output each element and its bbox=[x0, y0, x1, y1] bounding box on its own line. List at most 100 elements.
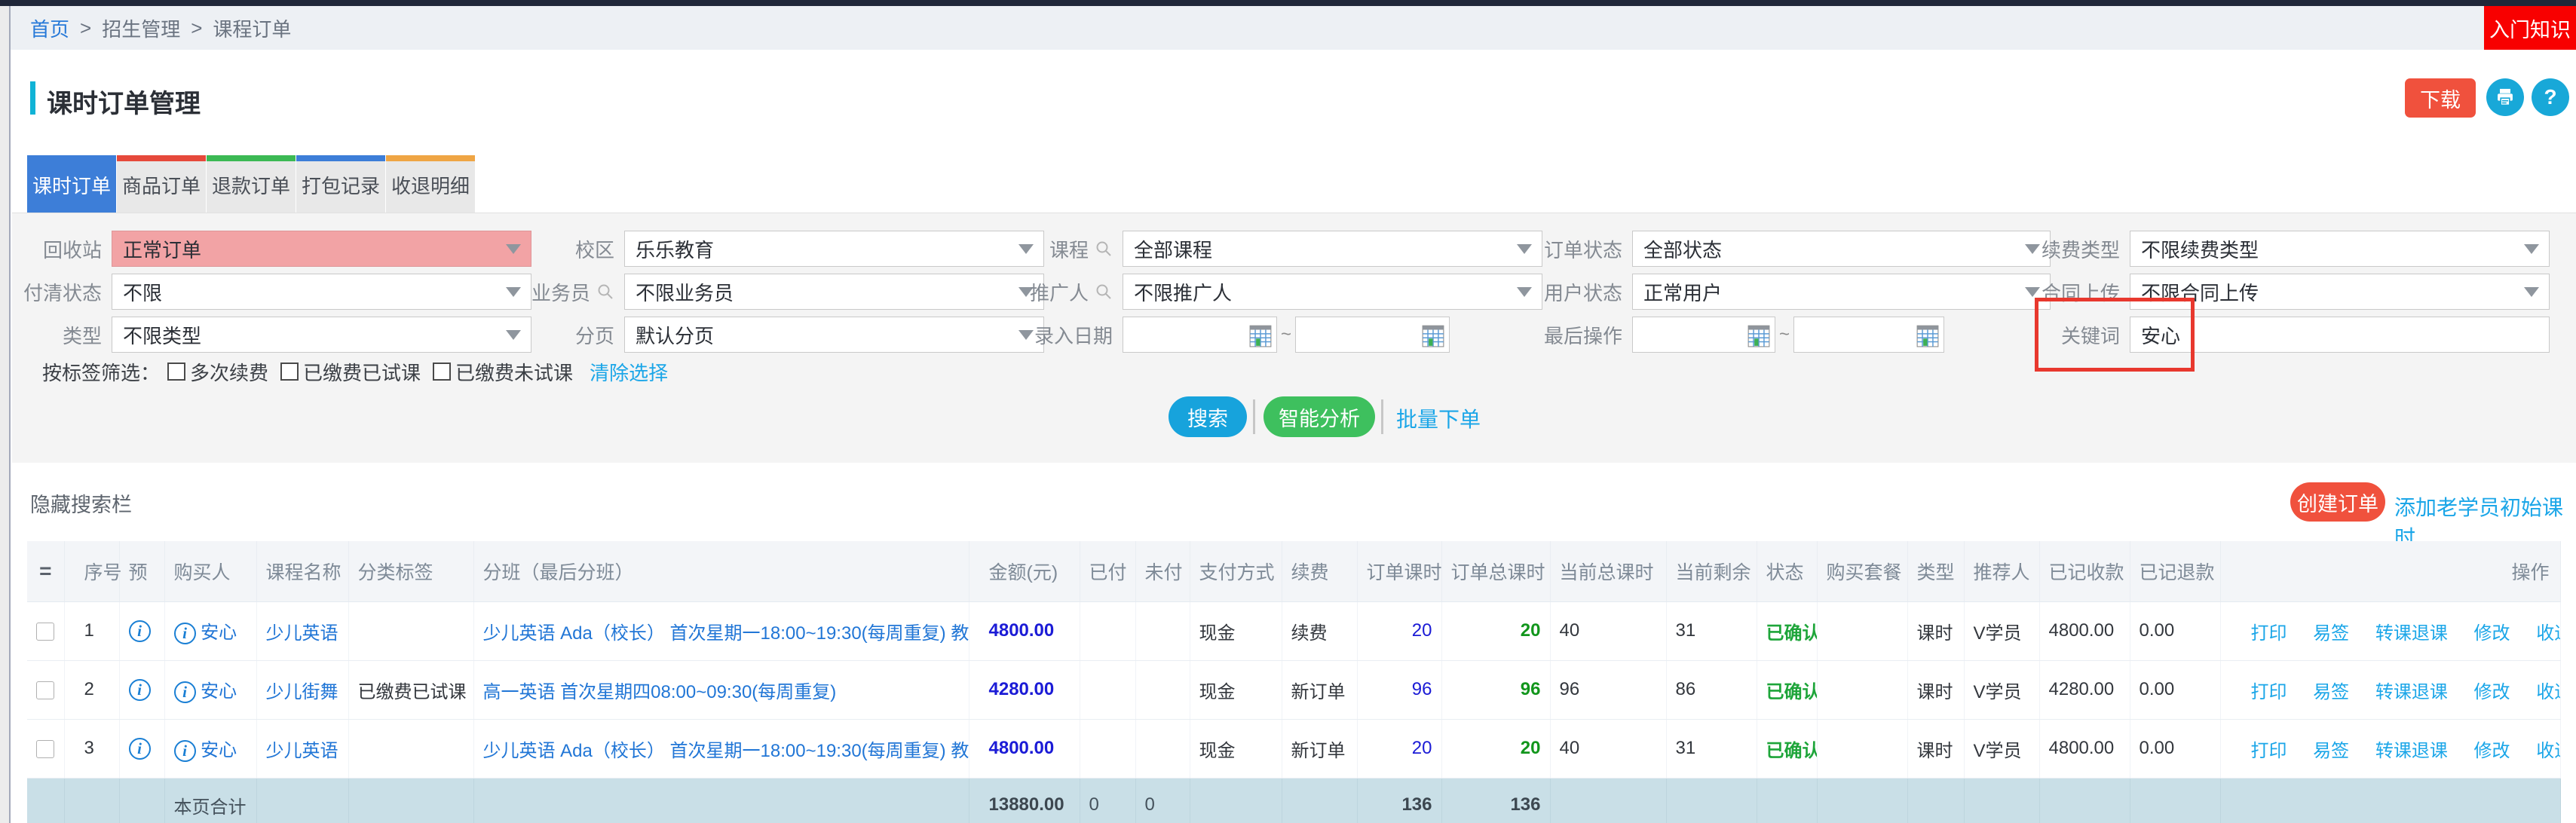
col-recorded-in: 已记收款 bbox=[2039, 541, 2130, 601]
info-icon[interactable]: i bbox=[174, 740, 196, 762]
tag-label: 多次续费 bbox=[190, 358, 268, 386]
course-link[interactable]: 少儿街舞 bbox=[266, 682, 338, 702]
esign-link[interactable]: 易签 bbox=[2313, 623, 2349, 644]
recycle-select[interactable]: 正常订单 bbox=[112, 231, 531, 267]
esign-link[interactable]: 易签 bbox=[2313, 682, 2349, 702]
row-checkbox[interactable] bbox=[36, 681, 54, 699]
salesman-select[interactable]: 不限业务员 bbox=[624, 274, 1044, 310]
entry-date-from-input[interactable] bbox=[1123, 317, 1277, 353]
row-unpaid bbox=[1135, 601, 1190, 660]
print-button[interactable] bbox=[2486, 78, 2524, 116]
user-status-select[interactable]: 正常用户 bbox=[1632, 274, 2051, 310]
search-button[interactable]: 搜索 bbox=[1169, 396, 1247, 437]
chevron-down-icon bbox=[506, 244, 521, 254]
promoter-select[interactable]: 不限推广人 bbox=[1123, 274, 1542, 310]
buyer-link[interactable]: 安心 bbox=[201, 623, 237, 643]
records-link[interactable]: 收退记录 bbox=[2536, 623, 2560, 644]
tab-product-orders[interactable]: 商品订单 bbox=[117, 155, 206, 213]
type-select[interactable]: 不限类型 bbox=[112, 317, 531, 353]
help-button[interactable]: ? bbox=[2532, 78, 2569, 116]
tag-checkbox-multi-renew[interactable] bbox=[167, 363, 185, 381]
renew-type-select[interactable]: 不限续费类型 bbox=[2130, 231, 2550, 267]
col-pay-method: 支付方式 bbox=[1190, 541, 1282, 601]
col-order-hours: 订单课时 bbox=[1357, 541, 1441, 601]
row-referrer: V学员 bbox=[1964, 719, 2039, 778]
keyword-input[interactable]: 安心 bbox=[2130, 317, 2550, 353]
tab-package-records[interactable]: 打包记录 bbox=[296, 155, 385, 213]
row-package bbox=[1817, 660, 1907, 719]
tag-label: 已缴费未试课 bbox=[455, 358, 573, 386]
row-type: 课时 bbox=[1907, 719, 1964, 778]
order-tabs: 课时订单 商品订单 退款订单 打包记录 收退明细 bbox=[27, 155, 476, 213]
info-icon[interactable]: i bbox=[129, 620, 151, 642]
col-referrer: 推荐人 bbox=[1964, 541, 2039, 601]
sort-icon[interactable]: = bbox=[39, 559, 51, 583]
contract-select[interactable]: 不限合同上传 bbox=[2130, 274, 2550, 310]
last-op-from-input[interactable] bbox=[1632, 317, 1775, 353]
col-current-total: 当前总课时 bbox=[1550, 541, 1666, 601]
buyer-link[interactable]: 安心 bbox=[201, 681, 237, 702]
transfer-refund-link[interactable]: 转课退课 bbox=[2375, 623, 2448, 644]
class-link[interactable]: 少儿英语 Ada（校长） 首次星期一18:00~19:30(每周重复) 教室B bbox=[483, 741, 969, 761]
print-link[interactable]: 打印 bbox=[2251, 741, 2287, 761]
campus-value: 乐乐教育 bbox=[636, 235, 714, 263]
tab-income-refund-detail[interactable]: 收退明细 bbox=[386, 155, 475, 213]
course-link[interactable]: 少儿英语 bbox=[266, 741, 338, 761]
breadcrumb-home-link[interactable]: 首页 bbox=[30, 14, 69, 42]
paging-select[interactable]: 默认分页 bbox=[624, 317, 1044, 353]
info-icon[interactable]: i bbox=[129, 738, 151, 760]
print-link[interactable]: 打印 bbox=[2251, 623, 2287, 644]
tag-checkbox-paid-tried[interactable] bbox=[280, 363, 299, 381]
row-checkbox[interactable] bbox=[36, 623, 54, 641]
print-link[interactable]: 打印 bbox=[2251, 682, 2287, 702]
col-preview: 预 bbox=[119, 541, 164, 601]
salesman-value: 不限业务员 bbox=[636, 278, 734, 306]
order-status-select[interactable]: 全部状态 bbox=[1632, 231, 2051, 267]
tag-checkbox-paid-untried[interactable] bbox=[433, 363, 451, 381]
course-link[interactable]: 少儿英语 bbox=[266, 623, 338, 644]
total-order-total-hours: 136 bbox=[1441, 778, 1550, 823]
esign-link[interactable]: 易签 bbox=[2313, 741, 2349, 761]
transfer-refund-link[interactable]: 转课退课 bbox=[2375, 682, 2448, 702]
row-checkbox[interactable] bbox=[36, 740, 54, 758]
download-button[interactable]: 下载 bbox=[2405, 78, 2476, 118]
class-link[interactable]: 少儿英语 Ada（校长） 首次星期一18:00~19:30(每周重复) 教室B bbox=[483, 623, 969, 644]
campus-select[interactable]: 乐乐教育 bbox=[624, 231, 1044, 267]
col-recorded-out: 已记退款 bbox=[2130, 541, 2220, 601]
transfer-refund-link[interactable]: 转课退课 bbox=[2375, 741, 2448, 761]
modify-link[interactable]: 修改 bbox=[2474, 682, 2510, 702]
tab-refund-orders[interactable]: 退款订单 bbox=[207, 155, 296, 213]
clear-selection-link[interactable]: 清除选择 bbox=[590, 358, 668, 386]
tab-hour-orders[interactable]: 课时订单 bbox=[27, 155, 116, 213]
question-mark-icon: ? bbox=[2544, 85, 2556, 109]
create-order-button[interactable]: 创建订单 bbox=[2290, 482, 2385, 522]
batch-order-link[interactable]: 批量下单 bbox=[1396, 403, 1481, 433]
total-paid: 0 bbox=[1080, 778, 1135, 823]
row-tag bbox=[348, 719, 473, 778]
filter-label-contract: 合同上传 bbox=[2041, 278, 2120, 306]
info-icon[interactable]: i bbox=[174, 681, 196, 703]
breadcrumb-item-current: 课程订单 bbox=[213, 14, 291, 42]
filter-label-order-status: 订单状态 bbox=[1543, 235, 1622, 263]
pay-status-select[interactable]: 不限 bbox=[112, 274, 531, 310]
info-icon[interactable]: i bbox=[174, 623, 196, 644]
records-link[interactable]: 收退记录 bbox=[2536, 741, 2560, 761]
entry-date-to-input[interactable] bbox=[1295, 317, 1450, 353]
records-link[interactable]: 收退记录 bbox=[2536, 682, 2560, 702]
last-op-to-input[interactable] bbox=[1793, 317, 1944, 353]
smart-analyze-button[interactable]: 智能分析 bbox=[1263, 396, 1375, 437]
row-order-total-hours: 20 bbox=[1441, 719, 1550, 778]
course-select[interactable]: 全部课程 bbox=[1123, 231, 1542, 267]
modify-link[interactable]: 修改 bbox=[2474, 623, 2510, 644]
info-icon[interactable]: i bbox=[129, 679, 151, 701]
filter-label-campus: 校区 bbox=[535, 235, 614, 263]
buyer-link[interactable]: 安心 bbox=[201, 740, 237, 760]
row-referrer: V学员 bbox=[1964, 660, 2039, 719]
modify-link[interactable]: 修改 bbox=[2474, 741, 2510, 761]
recycle-value: 正常订单 bbox=[123, 235, 201, 263]
class-link[interactable]: 高一英语 首次星期四08:00~09:30(每周重复) bbox=[483, 682, 837, 702]
breadcrumb-separator: > bbox=[191, 17, 202, 40]
intro-knowledge-button[interactable]: 入门知识 bbox=[2484, 6, 2576, 50]
hide-search-bar-link[interactable]: 隐藏搜索栏 bbox=[30, 488, 132, 518]
filter-label-recycle: 回收站 bbox=[23, 235, 102, 263]
